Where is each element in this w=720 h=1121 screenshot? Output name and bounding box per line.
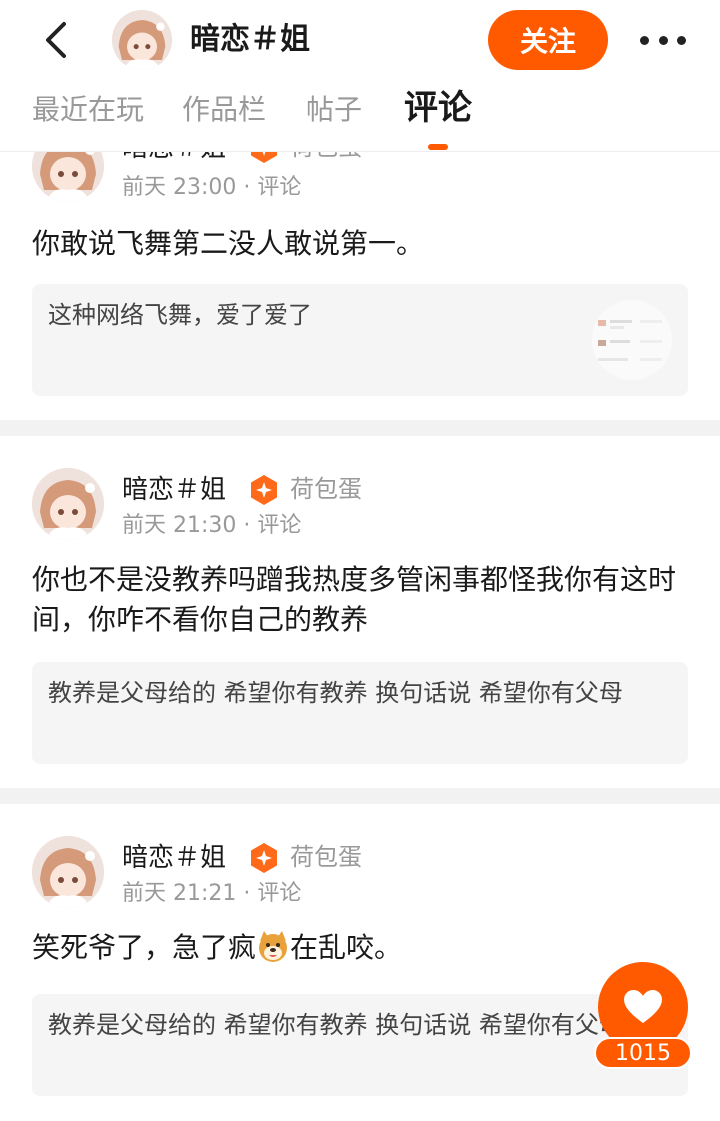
comment-text: 笑死爷了，急了疯 在乱咬。: [32, 928, 692, 968]
tab-posts[interactable]: 帖子: [306, 90, 362, 130]
comment-card[interactable]: 暗恋＃姐 荷包蛋 前天 21:21 · 评论 笑死爷了，急了疯 在乱咬。 教养是…: [0, 804, 720, 1121]
tab-comments[interactable]: 评论: [404, 86, 472, 130]
heart-icon: [624, 990, 662, 1023]
comment-text: 你也不是没教养吗蹭我热度多管闲事都怪我你有这时间，你咋不看你自己的教养: [32, 563, 677, 636]
comment-card[interactable]: 暗恋＃姐 荷包蛋 前天 21:30 · 评论 你也不是没教养吗蹭我热度多管闲事都…: [0, 436, 720, 788]
profile-tabs: 最近在玩 作品栏 帖子 评论: [0, 80, 720, 152]
dog-face-icon: [259, 931, 288, 962]
comment-card[interactable]: 暗恋＃姐 荷包蛋 前天 23:00 · 评论 你敢说飞舞第二没人敢说第一。 这种…: [0, 152, 720, 422]
comment-text-part: 笑死爷了，急了疯: [32, 931, 257, 964]
comment-text-part: 在乱咬。: [290, 931, 403, 964]
avatar[interactable]: [32, 468, 104, 540]
profile-name: 暗恋＃姐: [190, 22, 310, 57]
quoted-text: 教养是父母给的 希望你有教养 换句话说 希望你有父母: [48, 679, 623, 707]
more-options-icon[interactable]: [640, 30, 686, 50]
like-count: 1015: [594, 1037, 692, 1069]
comment-type: 评论: [257, 175, 302, 200]
follow-button[interactable]: 关注: [488, 10, 608, 70]
comment-text: 你敢说飞舞第二没人敢说第一。: [32, 227, 425, 260]
comment-meta: 前天 21:21 · 评论: [122, 881, 302, 906]
comment-time: 前天 21:30: [122, 513, 237, 538]
egg-badge-icon: [251, 475, 277, 505]
comment-time: 前天 21:21: [122, 881, 237, 906]
quoted-text: 这种网络飞舞，爱了爱了: [48, 301, 312, 329]
user-name[interactable]: 暗恋＃姐: [122, 472, 226, 508]
section-divider: [0, 788, 720, 804]
active-tab-indicator: [428, 144, 448, 150]
back-arrow-icon[interactable]: [36, 18, 80, 62]
quoted-thumbnail[interactable]: [592, 300, 672, 380]
comment-meta: 前天 21:30 · 评论: [122, 513, 302, 538]
top-bar: 暗恋＃姐 关注: [0, 0, 720, 80]
comment-meta: 前天 23:00 · 评论: [122, 175, 302, 200]
comment-type: 评论: [257, 881, 302, 906]
quoted-post[interactable]: 教养是父母给的 希望你有教养 换句话说 希望你有父母: [32, 662, 688, 764]
profile-avatar[interactable]: [112, 10, 172, 70]
egg-badge-icon: [251, 843, 277, 873]
quoted-text: 教养是父母给的 希望你有教养 换句话说 希望你有父母: [48, 1011, 623, 1039]
tab-recently-played[interactable]: 最近在玩: [32, 90, 144, 130]
badge-label: 荷包蛋: [290, 475, 362, 503]
section-divider: [0, 420, 720, 436]
badge-label: 荷包蛋: [290, 152, 362, 164]
quoted-post[interactable]: 这种网络飞舞，爱了爱了: [32, 284, 688, 396]
badge-label: 荷包蛋: [290, 843, 362, 871]
avatar[interactable]: [32, 152, 104, 202]
egg-badge-icon: [251, 152, 277, 163]
user-name[interactable]: 暗恋＃姐: [122, 152, 226, 166]
comment-type: 评论: [257, 513, 302, 538]
quoted-post[interactable]: 教养是父母给的 希望你有教养 换句话说 希望你有父母: [32, 994, 688, 1096]
avatar[interactable]: [32, 836, 104, 908]
tab-works[interactable]: 作品栏: [182, 90, 266, 130]
user-name[interactable]: 暗恋＃姐: [122, 840, 226, 876]
comment-time: 前天 23:00: [122, 175, 237, 200]
